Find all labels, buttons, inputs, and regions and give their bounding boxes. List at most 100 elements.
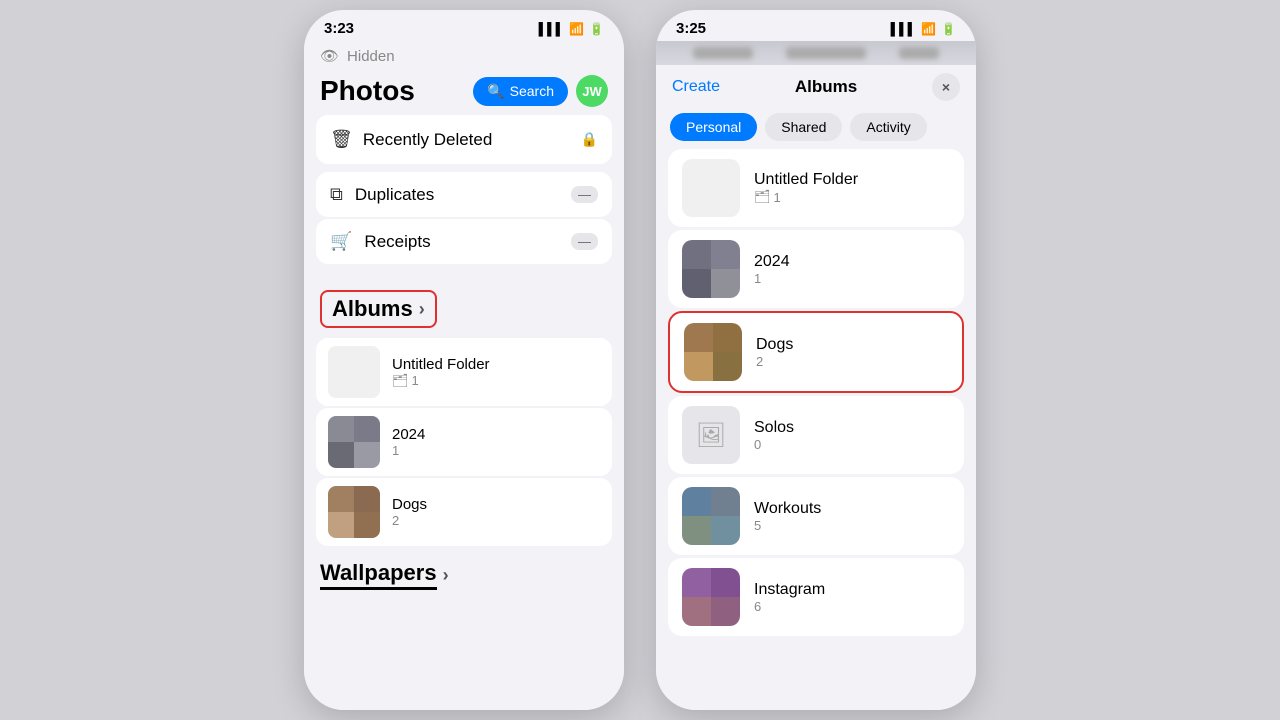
blur-block-3: [899, 47, 939, 59]
albums-modal-title: Albums: [795, 77, 857, 97]
album-name-dogs: Dogs: [392, 496, 427, 513]
album2-item-dogs[interactable]: Dogs 2: [668, 311, 964, 393]
menu-item-duplicates[interactable]: ⧉ Duplicates —: [316, 172, 612, 217]
blurred-top: [656, 41, 976, 65]
album2-list: Untitled Folder 🗂 1 2024 1: [668, 149, 964, 636]
tab-personal[interactable]: Personal: [670, 113, 757, 141]
modal-header: Create Albums ×: [656, 65, 976, 105]
tab-shared[interactable]: Shared: [765, 113, 842, 141]
album2-info-2024: 2024 1: [754, 253, 790, 286]
album2-item-2024[interactable]: 2024 1: [668, 230, 964, 308]
avatar-label: JW: [582, 84, 602, 99]
album-name-untitled: Untitled Folder: [392, 356, 490, 373]
battery-icon: 🔋: [589, 22, 604, 36]
album2-name-dogs: Dogs: [756, 336, 793, 354]
tab-activity[interactable]: Activity: [850, 113, 926, 141]
album2-name-instagram: Instagram: [754, 581, 825, 599]
create-button[interactable]: Create: [672, 78, 720, 96]
folder-icon-2: 🗂: [754, 189, 771, 205]
hidden-row: 👁 Hidden: [304, 41, 624, 71]
status-bar-1: 3:23 ▌▌▌ 📶 🔋: [304, 10, 624, 41]
album2-thumb-solos: 🖼: [682, 406, 740, 464]
album2-info-instagram: Instagram 6: [754, 581, 825, 614]
folder-icon: 🗂: [392, 373, 409, 389]
phone-2: 3:25 ▌▌▌ 📶 🔋 Create Albums × Personal Sh…: [656, 10, 976, 710]
search-button[interactable]: 🔍 Search: [473, 77, 568, 106]
album2-count-dogs: 2: [756, 354, 793, 369]
album2-name-workouts: Workouts: [754, 500, 821, 518]
wallpapers-chevron: ›: [443, 565, 449, 586]
phone1-content: 🗑 Recently Deleted 🔒 ⧉ Duplicates — 🛒 Re…: [304, 115, 624, 710]
album-thumb-untitled: [328, 346, 380, 398]
album2-thumb-2024: [682, 240, 740, 298]
album2-item-untitled[interactable]: Untitled Folder 🗂 1: [668, 149, 964, 227]
search-label: Search: [510, 83, 554, 99]
album2-item-instagram[interactable]: Instagram 6: [668, 558, 964, 636]
album-list: Untitled Folder 🗂 1 2024 1: [316, 338, 612, 546]
album2-count-solos: 0: [754, 437, 794, 452]
duplicates-badge: —: [571, 186, 598, 203]
receipts-icon: 🛒: [330, 231, 352, 252]
photos-title: Photos: [320, 75, 415, 107]
albums-title-box: Albums ›: [320, 290, 437, 328]
close-button[interactable]: ×: [932, 73, 960, 101]
wallpapers-title: Wallpapers: [320, 560, 437, 590]
album2-info-dogs: Dogs 2: [756, 336, 793, 369]
menu-item-recently-deleted[interactable]: 🗑 Recently Deleted 🔒: [316, 115, 612, 164]
albums-title: Albums: [332, 296, 413, 322]
blur-block-1: [693, 47, 753, 59]
tabs-row: Personal Shared Activity: [656, 105, 976, 149]
album-item-2024[interactable]: 2024 1: [316, 408, 612, 476]
header-actions: 🔍 Search JW: [473, 75, 608, 107]
album2-item-solos[interactable]: 🖼 Solos 0: [668, 396, 964, 474]
albums-section-header[interactable]: Albums ›: [316, 276, 612, 338]
hidden-icon: 👁: [320, 47, 339, 65]
status-bar-2: 3:25 ▌▌▌ 📶 🔋: [656, 10, 976, 41]
recently-deleted-label: Recently Deleted: [363, 130, 492, 150]
lock-icon: 🔒: [581, 131, 598, 148]
albums-chevron: ›: [419, 299, 425, 320]
trash-icon: 🗑: [330, 129, 353, 150]
album2-info-untitled: Untitled Folder 🗂 1: [754, 171, 858, 205]
album-thumb-dogs: [328, 486, 380, 538]
photos-header: Photos 🔍 Search JW: [304, 71, 624, 115]
album2-item-workouts[interactable]: Workouts 5: [668, 477, 964, 555]
album2-thumb-untitled: [682, 159, 740, 217]
blur-block-2: [786, 47, 866, 59]
phone-1: 3:23 ▌▌▌ 📶 🔋 👁 Hidden Photos 🔍 Search JW: [304, 10, 624, 710]
signal-icon: ▌▌▌: [539, 22, 565, 36]
album2-info-workouts: Workouts 5: [754, 500, 821, 533]
status-icons-2: ▌▌▌ 📶 🔋: [891, 22, 956, 36]
search-icon: 🔍: [487, 83, 504, 100]
signal-icon-2: ▌▌▌: [891, 22, 917, 36]
album-item-untitled[interactable]: Untitled Folder 🗂 1: [316, 338, 612, 406]
menu-item-receipts[interactable]: 🛒 Receipts —: [316, 219, 612, 264]
album-count-2024: 1: [392, 443, 425, 458]
phone2-content: Untitled Folder 🗂 1 2024 1: [656, 149, 976, 710]
album-info-dogs: Dogs 2: [392, 496, 427, 528]
album2-name-untitled: Untitled Folder: [754, 171, 858, 189]
photo-icon: 🖼: [696, 421, 726, 450]
battery-icon-2: 🔋: [941, 22, 956, 36]
album-item-dogs[interactable]: Dogs 2: [316, 478, 612, 546]
status-time-2: 3:25: [676, 20, 706, 37]
album2-count-untitled: 🗂 1: [754, 189, 858, 205]
wallpapers-section[interactable]: Wallpapers ›: [316, 546, 612, 596]
album-info-2024: 2024 1: [392, 426, 425, 458]
avatar-button[interactable]: JW: [576, 75, 608, 107]
duplicates-label: Duplicates: [355, 185, 434, 205]
duplicate-icon: ⧉: [330, 184, 343, 205]
receipts-label: Receipts: [364, 232, 430, 252]
album-info-untitled: Untitled Folder 🗂 1: [392, 356, 490, 389]
wifi-icon: 📶: [569, 22, 584, 36]
status-icons-1: ▌▌▌ 📶 🔋: [539, 22, 604, 36]
album-count-dogs: 2: [392, 513, 427, 528]
album2-name-solos: Solos: [754, 419, 794, 437]
wifi-icon-2: 📶: [921, 22, 936, 36]
album2-thumb-workouts: [682, 487, 740, 545]
status-time-1: 3:23: [324, 20, 354, 37]
album2-count-workouts: 5: [754, 518, 821, 533]
receipts-badge: —: [571, 233, 598, 250]
album2-name-2024: 2024: [754, 253, 790, 271]
album-thumb-2024: [328, 416, 380, 468]
